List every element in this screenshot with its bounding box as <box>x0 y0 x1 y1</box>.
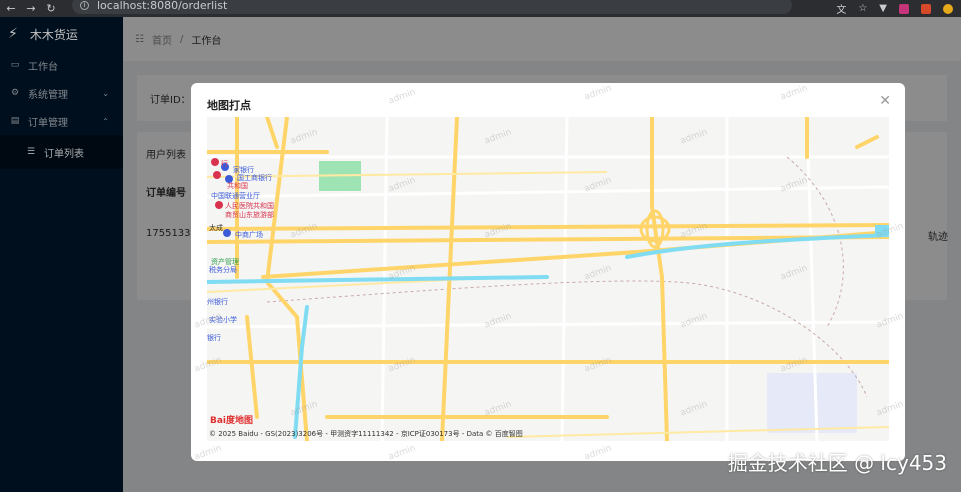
map-attribution: © 2025 Baidu - GS(2023)3206号 - 甲测资字11111… <box>209 430 523 438</box>
forward-icon[interactable]: → <box>26 2 36 15</box>
address-bar[interactable]: i localhost:8080/orderlist <box>72 0 792 14</box>
map-poi-label[interactable]: 实验小学 <box>209 315 237 325</box>
modal-title: 地图打点 <box>207 99 251 112</box>
baidu-map[interactable]: 行 家银行 国工商银行 共和国 中国联通营业厅 人民医院共和国 商贸山东旅游部 … <box>207 117 889 441</box>
map-poi-label[interactable]: 商贸山东旅游部 <box>225 210 274 220</box>
sidebar-mask <box>0 17 123 492</box>
reload-icon[interactable]: ↻ <box>46 2 56 15</box>
map-poi-label[interactable]: 太成 <box>209 223 223 233</box>
map-poi-label[interactable]: 中商广场 <box>235 230 263 240</box>
site-info-icon[interactable]: i <box>80 0 89 10</box>
bookmark-star-icon[interactable]: ☆ <box>858 3 867 14</box>
map-canvas <box>207 117 889 441</box>
map-modal: 地图打点 ✕ 行 家银行 国工商银行 共和国 中国联通营业厅 人民医院共和国 商… <box>191 83 905 461</box>
url-text: localhost:8080/orderlist <box>97 0 228 12</box>
map-poi-label[interactable]: 共和国 <box>227 181 248 191</box>
map-poi-label[interactable]: 中国联通营业厅 <box>211 191 260 201</box>
map-poi-label[interactable]: 银行 <box>207 333 221 343</box>
close-icon[interactable]: ✕ <box>879 93 891 109</box>
browser-nav: ← → ↻ <box>6 2 56 15</box>
map-poi-label[interactable]: 行 <box>221 159 228 169</box>
browser-extensions: 文 ☆ ▼ <box>836 0 953 17</box>
extension-icon[interactable] <box>943 3 953 14</box>
site-watermark: 掘金技术社区 @ lcy453 <box>727 451 947 475</box>
water-area <box>767 373 857 433</box>
baidu-map-logo: Bai度地图 <box>210 416 254 426</box>
filter-icon[interactable]: ▼ <box>879 3 887 14</box>
translate-icon[interactable]: 文 <box>836 1 846 16</box>
extension-icon[interactable] <box>899 3 909 14</box>
map-poi-label[interactable]: 税务分局 <box>209 265 237 275</box>
extension-icon[interactable] <box>921 3 931 14</box>
map-poi-label[interactable]: 州银行 <box>207 297 228 307</box>
browser-toolbar: ← → ↻ i localhost:8080/orderlist 文 ☆ ▼ <box>0 0 961 17</box>
back-icon[interactable]: ← <box>6 2 16 15</box>
